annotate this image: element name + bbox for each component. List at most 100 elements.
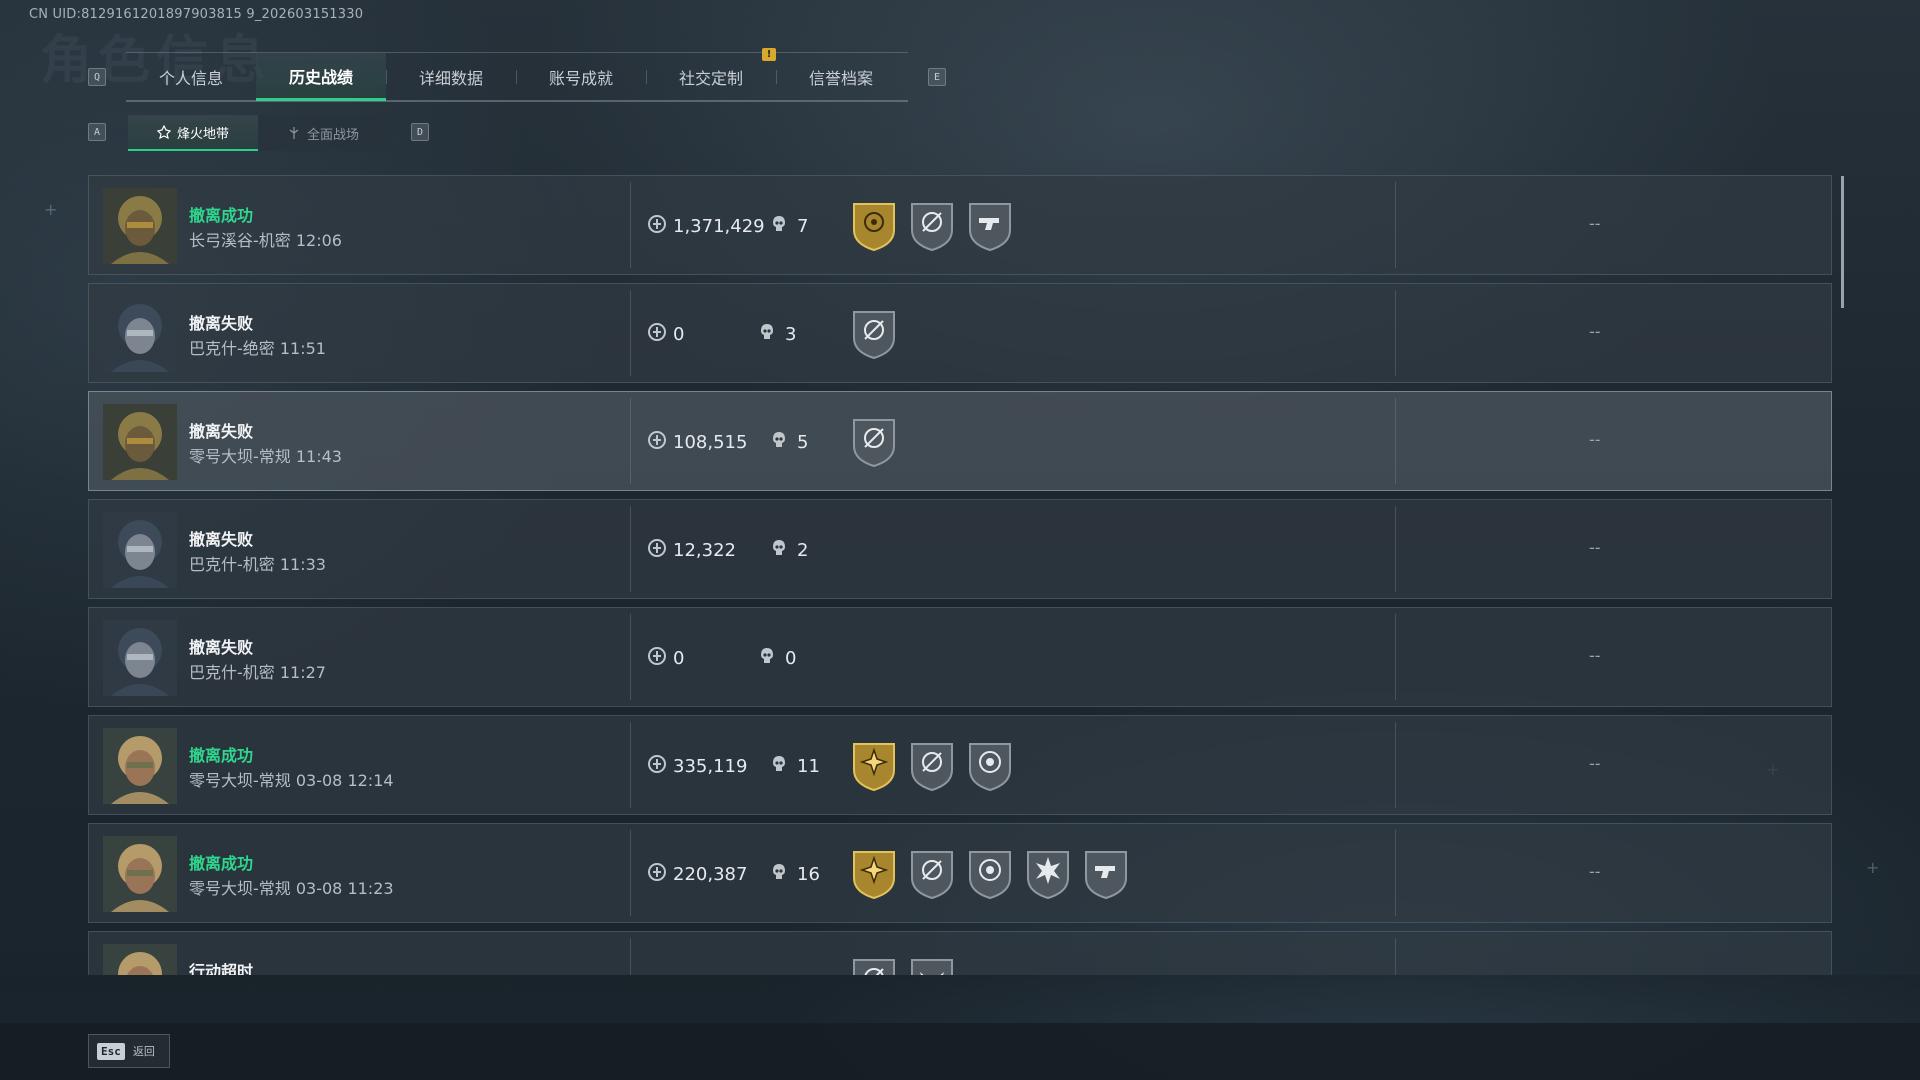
burst-badge-icon[interactable] — [1025, 848, 1071, 900]
skull-target-badge-icon[interactable] — [967, 848, 1013, 900]
crosshair-badge-icon[interactable] — [909, 200, 955, 252]
esc-key-icon: Esc — [97, 1042, 125, 1060]
wings-badge-icon[interactable] — [909, 956, 955, 975]
tab-prev-key[interactable]: Q — [88, 68, 106, 86]
row-divider — [1395, 290, 1396, 376]
kill-count: 0 — [757, 646, 796, 671]
crosshair-badge-icon[interactable] — [909, 848, 955, 900]
tab-next-key[interactable]: E — [928, 68, 946, 86]
crosshair-badge-icon[interactable] — [851, 956, 897, 975]
operator-avatar — [103, 296, 177, 372]
extra-info: -- — [1589, 214, 1601, 233]
skull-icon — [769, 862, 789, 887]
gold-star-badge-icon[interactable] — [851, 848, 897, 900]
subtab-prev-key[interactable]: A — [88, 123, 106, 141]
tab-credit-record[interactable]: 信誉档案 — [776, 53, 906, 101]
badge-group — [851, 740, 1013, 792]
asset-value: 108,515 — [647, 430, 747, 455]
crosshair-badge-icon[interactable] — [851, 416, 897, 468]
map-mode-time: 零号大坝-常规 03-08 12:14 — [189, 771, 394, 790]
row-divider — [1395, 938, 1396, 975]
match-record-row[interactable]: 撤离成功 零号大坝-常规 03-08 12:14 335,119 11 -- — [88, 715, 1832, 815]
match-record-row[interactable]: 撤离失败 巴克什-绝密 11:51 0 3 -- — [88, 283, 1832, 383]
decor-plus-icon: + — [1866, 858, 1880, 877]
kill-count-text: 5 — [797, 432, 809, 453]
asset-value: 220,387 — [647, 862, 747, 887]
map-mode-time: 长弓溪谷-机密 12:06 — [189, 231, 342, 250]
asset-value-text: 108,515 — [673, 432, 748, 453]
gold-star-badge-icon[interactable] — [851, 740, 897, 792]
kill-count: 7 — [769, 214, 808, 239]
kill-count: 2 — [769, 538, 808, 563]
subtab-full-battlefield[interactable]: 全面战场 — [258, 115, 388, 151]
operator-avatar — [103, 620, 177, 696]
kill-count: 3 — [757, 322, 796, 347]
row-divider — [630, 722, 631, 808]
subtab-hazard-zone-label: 烽火地带 — [176, 126, 229, 142]
uid-label: CN UID:8129161201897903815 9_20260315133… — [29, 7, 364, 22]
extraction-status: 撤离失败 — [189, 422, 254, 441]
match-record-row[interactable]: 撤离失败 零号大坝-常规 11:43 108,515 5 -- — [88, 391, 1832, 491]
row-divider — [1395, 182, 1396, 268]
crosshair-badge-icon[interactable] — [909, 740, 955, 792]
extraction-status: 撤离成功 — [189, 206, 254, 225]
tab-personal-info[interactable]: 个人信息 — [126, 53, 256, 101]
asset-value: 335,119 — [647, 754, 747, 779]
badge-group — [851, 200, 1013, 252]
crosshair-badge-icon[interactable] — [851, 308, 897, 360]
asset-value-text: 0 — [673, 648, 685, 669]
match-history-list: 撤离成功 长弓溪谷-机密 12:06 1,371,429 7 -- 撤离失败 巴克什-绝密 … — [88, 175, 1832, 975]
extra-info: -- — [1589, 646, 1601, 665]
skull-icon — [769, 754, 789, 779]
skull-icon — [769, 430, 789, 455]
row-divider — [1395, 398, 1396, 484]
coin-icon — [647, 538, 667, 563]
extraction-status: 撤离成功 — [189, 854, 254, 873]
hand-gun-badge-icon[interactable] — [1083, 848, 1129, 900]
match-record-row[interactable]: 撤离成功长弓溪谷-机密 12:06 1,371,429 7 -- — [88, 175, 1832, 275]
operator-avatar — [103, 188, 177, 264]
hand-gun-badge-icon[interactable] — [967, 200, 1013, 252]
asset-value: 0 — [647, 322, 684, 347]
asset-value-text: 12,322 — [673, 540, 736, 561]
match-record-row[interactable]: 撤离失败 巴克什-机密 11:33 12,322 2 -- — [88, 499, 1832, 599]
skull-icon — [769, 214, 789, 239]
subtab-full-battlefield-label: 全面战场 — [306, 127, 359, 143]
gold-medal-badge-icon[interactable] — [851, 200, 897, 252]
extra-info: -- — [1589, 538, 1601, 557]
back-label: 返回 — [132, 1045, 155, 1058]
tab-social-custom[interactable]: 社交定制 — [646, 53, 776, 101]
match-record-row[interactable]: 撤离成功 零号大坝-常规 03-08 11:23 220,387 16 -- — [88, 823, 1832, 923]
tab-detailed-stats[interactable]: 详细数据 — [386, 53, 516, 101]
list-scrollbar[interactable] — [1841, 176, 1844, 308]
coin-icon — [647, 646, 667, 671]
back-button[interactable]: Esc 返回 — [88, 1034, 170, 1068]
operator-avatar — [103, 512, 177, 588]
extraction-status: 撤离成功 — [189, 746, 254, 765]
row-divider — [1395, 722, 1396, 808]
asset-value: 1,371,429 — [647, 214, 765, 239]
skull-icon — [769, 538, 789, 563]
row-divider — [630, 506, 631, 592]
decor-plus-icon: + — [44, 200, 58, 219]
match-record-row[interactable]: 撤离失败 巴克什-机密 11:27 0 0 -- — [88, 607, 1832, 707]
match-record-row[interactable]: 行动超时 — [88, 931, 1832, 975]
badge-group — [851, 308, 897, 360]
map-mode-time: 零号大坝-常规 11:43 — [189, 447, 342, 466]
coin-icon — [647, 214, 667, 239]
tab-match-history[interactable]: 历史战绩 — [256, 53, 386, 101]
asset-value-text: 220,387 — [673, 864, 748, 885]
subtab-next-key[interactable]: D — [411, 123, 429, 141]
tab-achievements[interactable]: 账号成就 — [516, 53, 646, 101]
map-mode-time: 零号大坝-常规 03-08 11:23 — [189, 879, 394, 898]
extra-info: -- — [1589, 322, 1601, 341]
subtab-hazard-zone[interactable]: 烽火地带 — [128, 115, 258, 151]
kill-count: 11 — [769, 754, 820, 779]
coin-icon — [647, 754, 667, 779]
operator-avatar — [103, 728, 177, 804]
footer-bar — [0, 1023, 1920, 1080]
battlefield-icon — [289, 127, 299, 139]
map-mode-time: 巴克什-绝密 11:51 — [189, 339, 326, 358]
subtab-bar: 烽火地带 全面战场 — [128, 115, 388, 151]
skull-target-badge-icon[interactable] — [967, 740, 1013, 792]
